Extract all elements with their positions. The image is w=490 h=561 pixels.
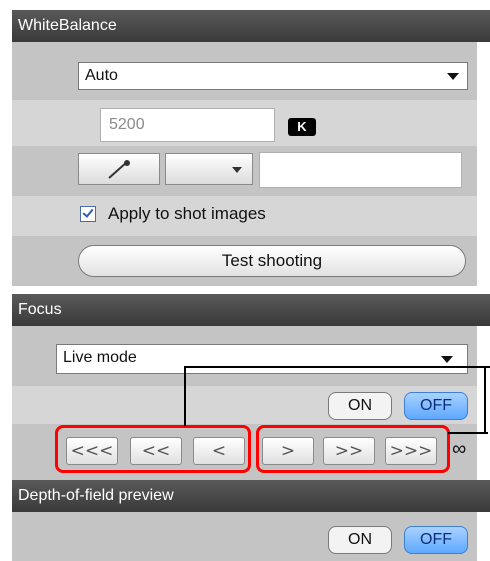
kelvin-unit-label: K xyxy=(297,119,307,134)
focus-mode-select[interactable]: Live mode xyxy=(56,344,468,374)
kelvin-unit-badge: K xyxy=(288,118,316,136)
white-balance-title: WhiteBalance xyxy=(18,17,117,34)
wb-preview-field xyxy=(259,152,462,188)
apply-to-shot-images-checkbox[interactable] xyxy=(80,206,96,222)
eyedropper-icon xyxy=(108,160,130,179)
checkmark-icon xyxy=(82,206,94,218)
focus-mode-select-value: Live mode xyxy=(63,349,137,366)
chevron-down-icon xyxy=(447,73,459,80)
focus-title: Focus xyxy=(18,301,62,318)
chevron-down-icon xyxy=(441,356,453,363)
callout-line-near-vertical xyxy=(184,366,186,426)
white-balance-header: WhiteBalance xyxy=(12,10,490,42)
depth-of-field-header: Depth-of-field preview xyxy=(12,480,490,512)
depth-of-field-on-label: ON xyxy=(348,531,372,548)
near-focus-highlight xyxy=(55,425,251,473)
callout-line-far-horizontal xyxy=(448,432,488,434)
focus-on-label: ON xyxy=(348,397,372,414)
depth-of-field-off-button[interactable]: OFF xyxy=(404,526,468,554)
kelvin-value: 5200 xyxy=(109,116,145,133)
wb-preset-dropdown[interactable] xyxy=(165,153,253,185)
test-shooting-button[interactable]: Test shooting xyxy=(78,245,466,277)
white-balance-select-value: Auto xyxy=(85,67,118,84)
depth-of-field-title: Depth-of-field preview xyxy=(18,487,174,504)
depth-of-field-off-label: OFF xyxy=(420,531,452,548)
test-shooting-label: Test shooting xyxy=(221,251,323,270)
focus-header: Focus xyxy=(12,294,490,326)
callout-line-far-vertical xyxy=(484,366,486,434)
chevron-down-icon xyxy=(232,167,242,173)
kelvin-input[interactable]: 5200 xyxy=(100,108,275,142)
eyedropper-button[interactable] xyxy=(78,153,160,185)
focus-off-label: OFF xyxy=(420,397,452,414)
focus-on-button[interactable]: ON xyxy=(328,392,392,420)
focus-off-button[interactable]: OFF xyxy=(404,392,468,420)
depth-of-field-on-button[interactable]: ON xyxy=(328,526,392,554)
far-focus-highlight xyxy=(256,425,450,473)
callout-line-near-horizontal xyxy=(184,366,490,368)
infinity-icon: ∞ xyxy=(452,438,467,460)
apply-to-shot-images-label: Apply to shot images xyxy=(108,204,266,223)
white-balance-select[interactable]: Auto xyxy=(78,62,468,90)
